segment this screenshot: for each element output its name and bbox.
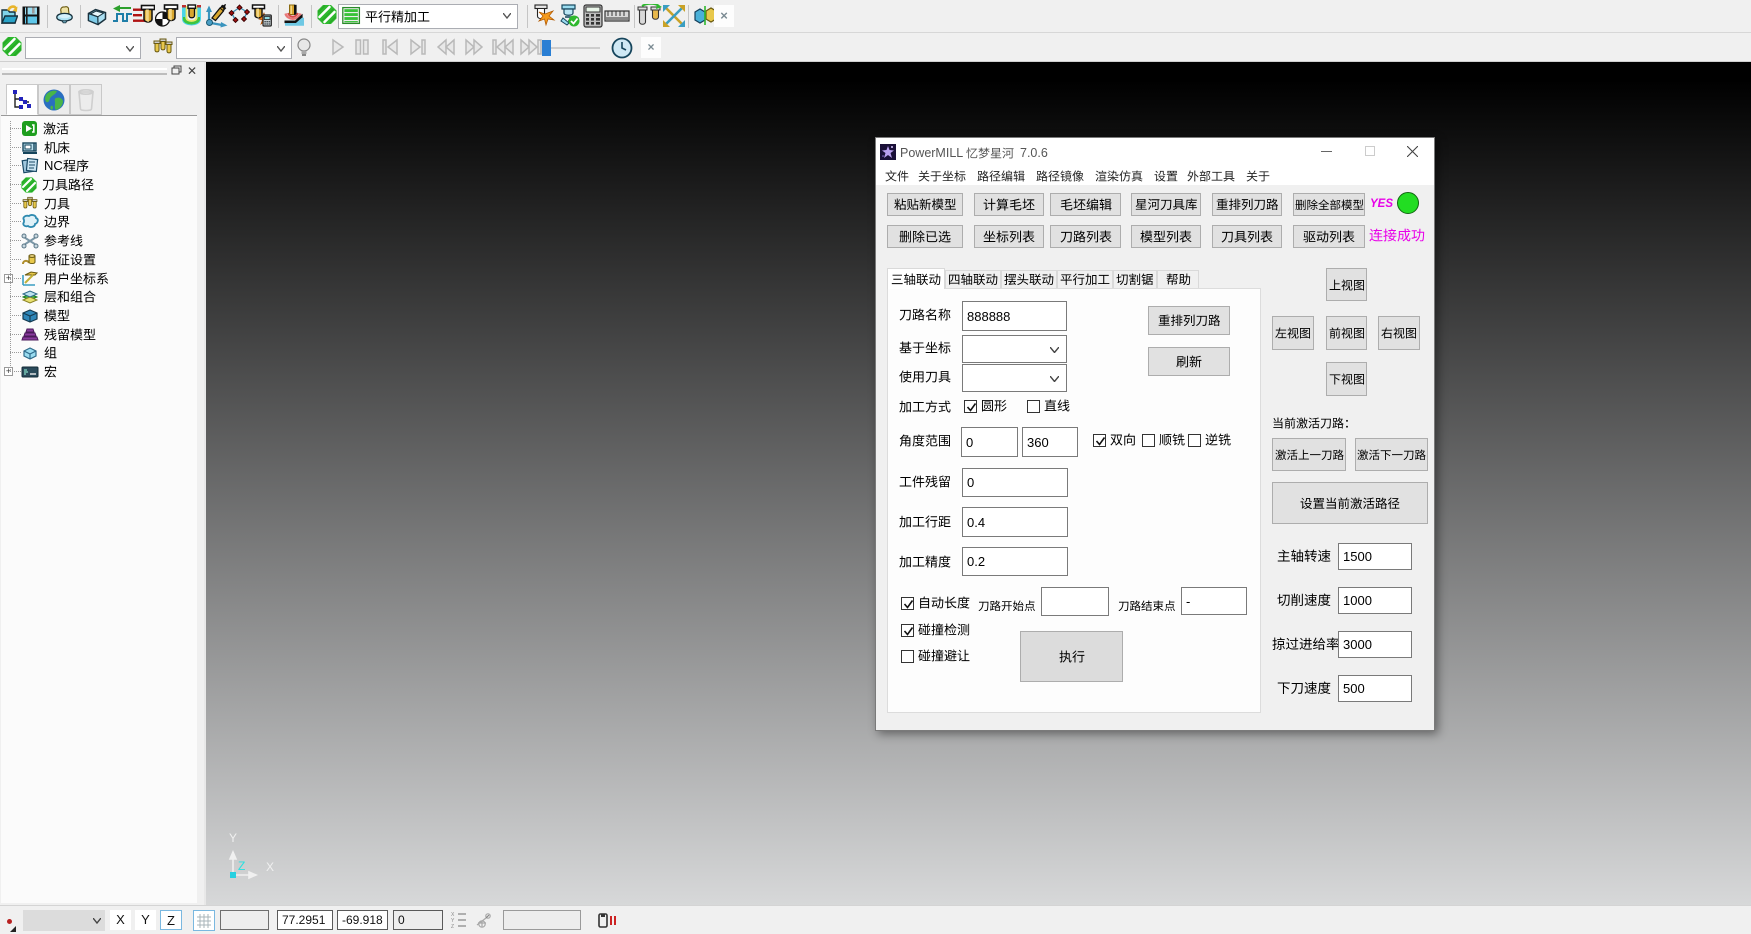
svg-text:Y: Y bbox=[229, 831, 237, 845]
svg-text:Z: Z bbox=[238, 859, 245, 873]
svg-text:X: X bbox=[266, 860, 274, 874]
svg-text:Z: Z bbox=[451, 924, 454, 929]
